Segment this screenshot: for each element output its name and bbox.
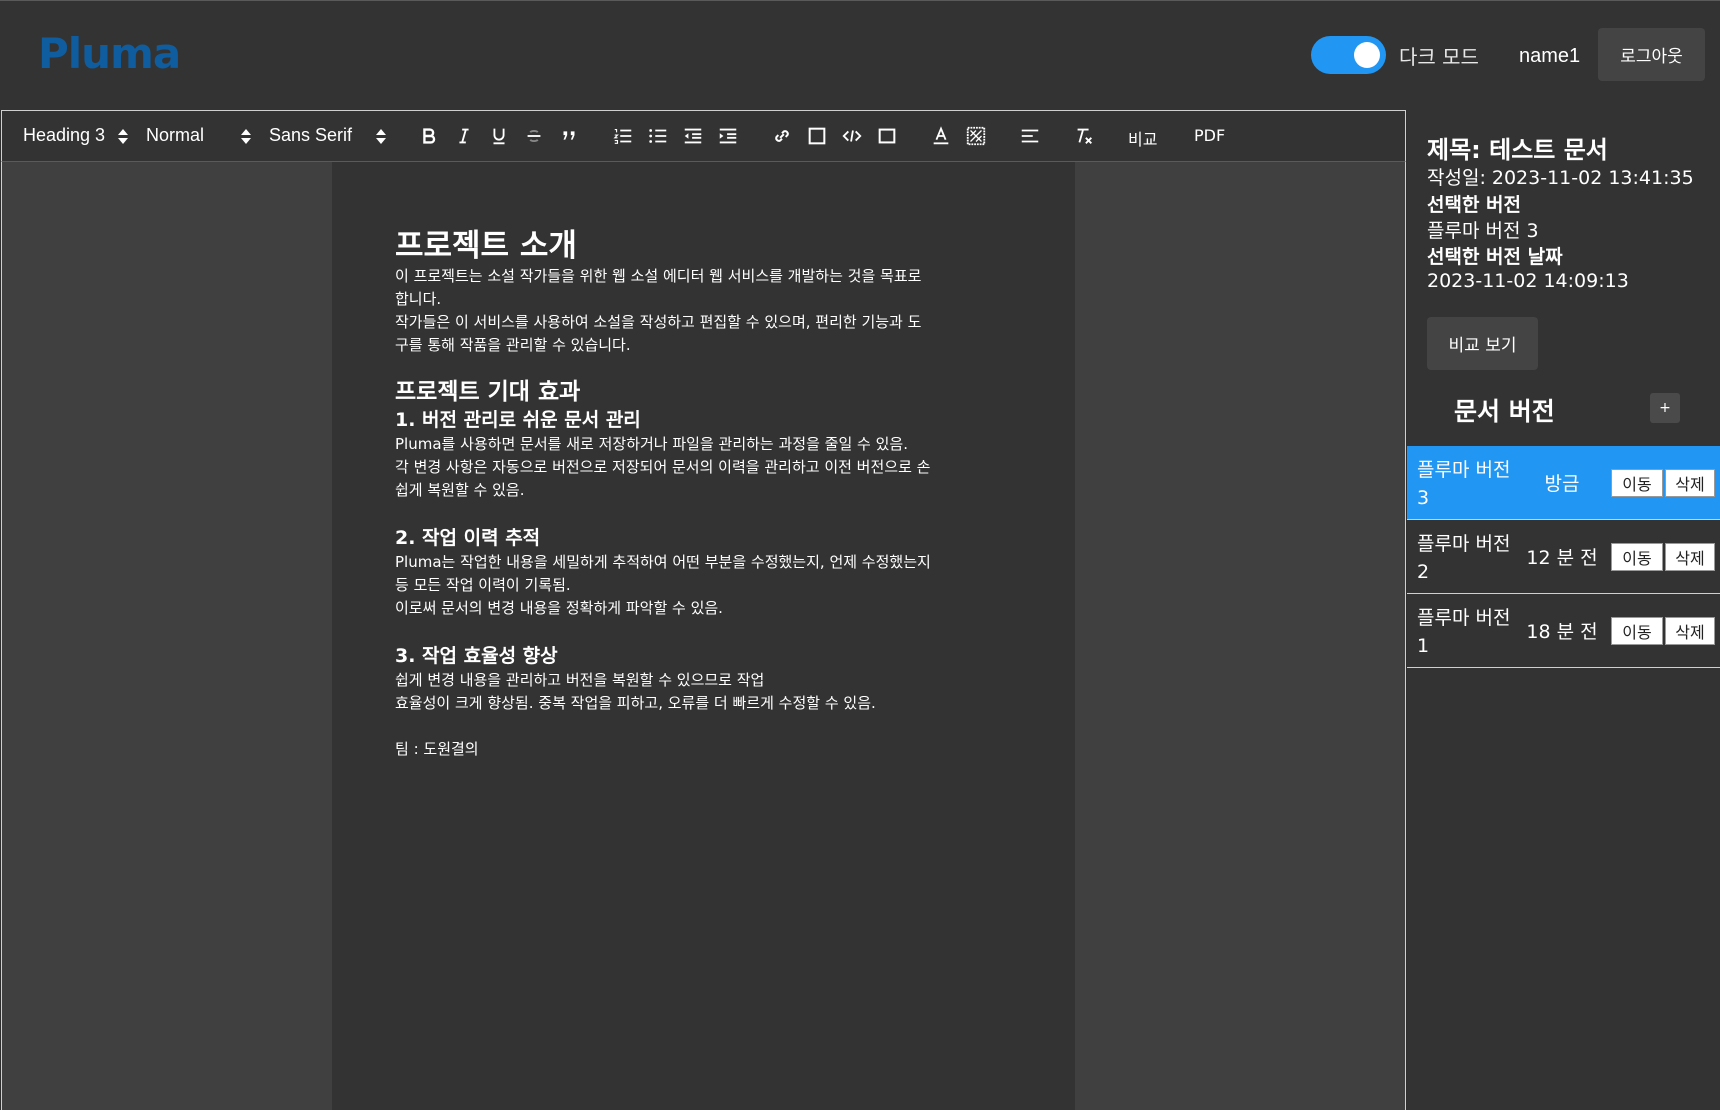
delete-button[interactable]: 삭제 [1665,469,1715,497]
video-icon[interactable] [874,123,900,149]
version-name: 플루마 버전 1 [1417,607,1511,657]
move-button[interactable]: 이동 [1611,617,1663,645]
bullet-list-icon[interactable] [645,123,671,149]
doc-subheading: 3. 작업 효율성 향상 [395,645,558,667]
document-content[interactable]: 프로젝트 소개 이 프로젝트는 소설 작가들을 위한 웹 소설 에디터 웹 서비… [395,227,1015,761]
logout-button[interactable]: 로그아웃 [1598,28,1705,81]
version-time: 12 분 전 [1526,547,1598,569]
pdf-export-button[interactable]: PDF [1194,126,1225,145]
image-icon[interactable] [804,123,830,149]
font-select-arrow-icon[interactable] [376,128,386,146]
version-panel: 제목: 테스트 문서 작성일: 2023-11-02 13:41:35 선택한 … [1407,110,1720,1110]
toggle-knob [1354,42,1380,68]
dark-mode-toggle[interactable] [1311,36,1386,74]
selected-date: 2023-11-02 14:09:13 [1427,270,1629,292]
code-block-icon[interactable] [839,123,865,149]
version-name: 플루마 버전 2 [1417,533,1511,583]
move-button[interactable]: 이동 [1611,543,1663,571]
doc-paragraph: 이로써 문서의 변경 내용을 정확하게 파악할 수 있음. [395,599,723,617]
editor-page[interactable]: 프로젝트 소개 이 프로젝트는 소설 작가들을 위한 웹 소설 에디터 웹 서비… [332,162,1075,1110]
size-select-arrow-icon[interactable] [241,128,251,146]
link-icon[interactable] [769,123,795,149]
version-name: 플루마 버전 3 [1417,459,1511,509]
heading-select-arrow-icon[interactable] [118,128,128,146]
underline-icon[interactable] [486,123,512,149]
doc-paragraph: 쉽게 변경 내용을 관리하고 버전을 복원할 수 있으므로 작업 [395,671,765,689]
versions-title: 문서 버전 [1454,397,1555,426]
doc-paragraph: 효율성이 크게 향상됨. 중복 작업을 피하고, 오류를 더 빠르게 수정할 수… [395,694,876,712]
doc-paragraph: Pluma는 작업한 내용을 세밀하게 추적하여 어떤 부분을 수정했는지, 언… [395,553,931,571]
version-row[interactable]: 플루마 버전 1 18 분 전 이동 삭제 [1407,594,1720,668]
doc-paragraph: 이 프로젝트는 소설 작가들을 위한 웹 소설 에디터 웹 서비스를 개발하는 … [395,267,922,285]
doc-paragraph: 구를 통해 작품을 관리할 수 있습니다. [395,336,631,354]
doc-paragraph: 쉽게 복원할 수 있음. [395,481,525,499]
font-select[interactable]: Sans Serif [269,125,352,146]
add-version-button[interactable]: + [1650,393,1680,423]
italic-icon[interactable] [451,123,477,149]
doc-subheading: 1. 버전 관리로 쉬운 문서 관리 [395,409,641,431]
delete-button[interactable]: 삭제 [1665,543,1715,571]
selected-version-label: 선택한 버전 [1427,194,1522,216]
compare-toolbar-button[interactable]: 비교 [1128,126,1157,150]
username: name1 [1519,45,1581,67]
move-button[interactable]: 이동 [1611,469,1663,497]
size-select[interactable]: Normal [146,125,204,146]
version-time: 방금 [1544,473,1580,495]
doc-team: 팀 : 도원결의 [395,740,479,758]
selected-version: 플루마 버전 3 [1427,220,1539,242]
bold-icon[interactable] [416,123,442,149]
doc-paragraph: 작가들은 이 서비스를 사용하여 소설을 작성하고 편집할 수 있으며, 편리한… [395,313,922,331]
indent-icon[interactable] [715,123,741,149]
app-header: Pluma 다크 모드 name1 로그아웃 [0,0,1720,110]
dark-mode-label: 다크 모드 [1399,45,1479,69]
doc-subheading: 2. 작업 이력 추적 [395,527,541,549]
doc-heading: 프로젝트 기대 효과 [395,379,581,405]
version-row[interactable]: 플루마 버전 3 방금 이동 삭제 [1407,446,1720,520]
blockquote-icon[interactable] [556,123,582,149]
strike-icon[interactable] [521,123,547,149]
app-logo[interactable]: Pluma [38,29,181,78]
doc-paragraph: 각 변경 사항은 자동으로 버전으로 저장되어 문서의 이력을 관리하고 이전 … [395,458,931,476]
align-icon[interactable] [1017,123,1043,149]
outdent-icon[interactable] [680,123,706,149]
created-date: 작성일: 2023-11-02 13:41:35 [1427,167,1694,189]
doc-paragraph: 합니다. [395,290,442,308]
background-color-icon[interactable] [963,123,989,149]
editor-toolbar: Heading 3 Normal Sans Serif 비교 PDF [1,110,1406,162]
compare-view-button[interactable]: 비교 보기 [1427,317,1538,370]
delete-button[interactable]: 삭제 [1665,617,1715,645]
doc-title: 프로젝트 소개 [395,228,577,264]
ordered-list-icon[interactable] [610,123,636,149]
version-time: 18 분 전 [1526,621,1598,643]
version-row[interactable]: 플루마 버전 2 12 분 전 이동 삭제 [1407,520,1720,594]
document-title: 제목: 테스트 문서 [1427,136,1608,164]
doc-paragraph: 등 모든 작업 이력이 기록됨. [395,576,571,594]
heading-select[interactable]: Heading 3 [23,125,105,146]
selected-date-label: 선택한 버전 날짜 [1427,246,1563,268]
clear-format-icon[interactable] [1071,123,1097,149]
doc-paragraph: Pluma를 사용하면 문서를 새로 저장하거나 파일을 관리하는 과정을 줄일… [395,435,908,453]
text-color-icon[interactable] [928,123,954,149]
